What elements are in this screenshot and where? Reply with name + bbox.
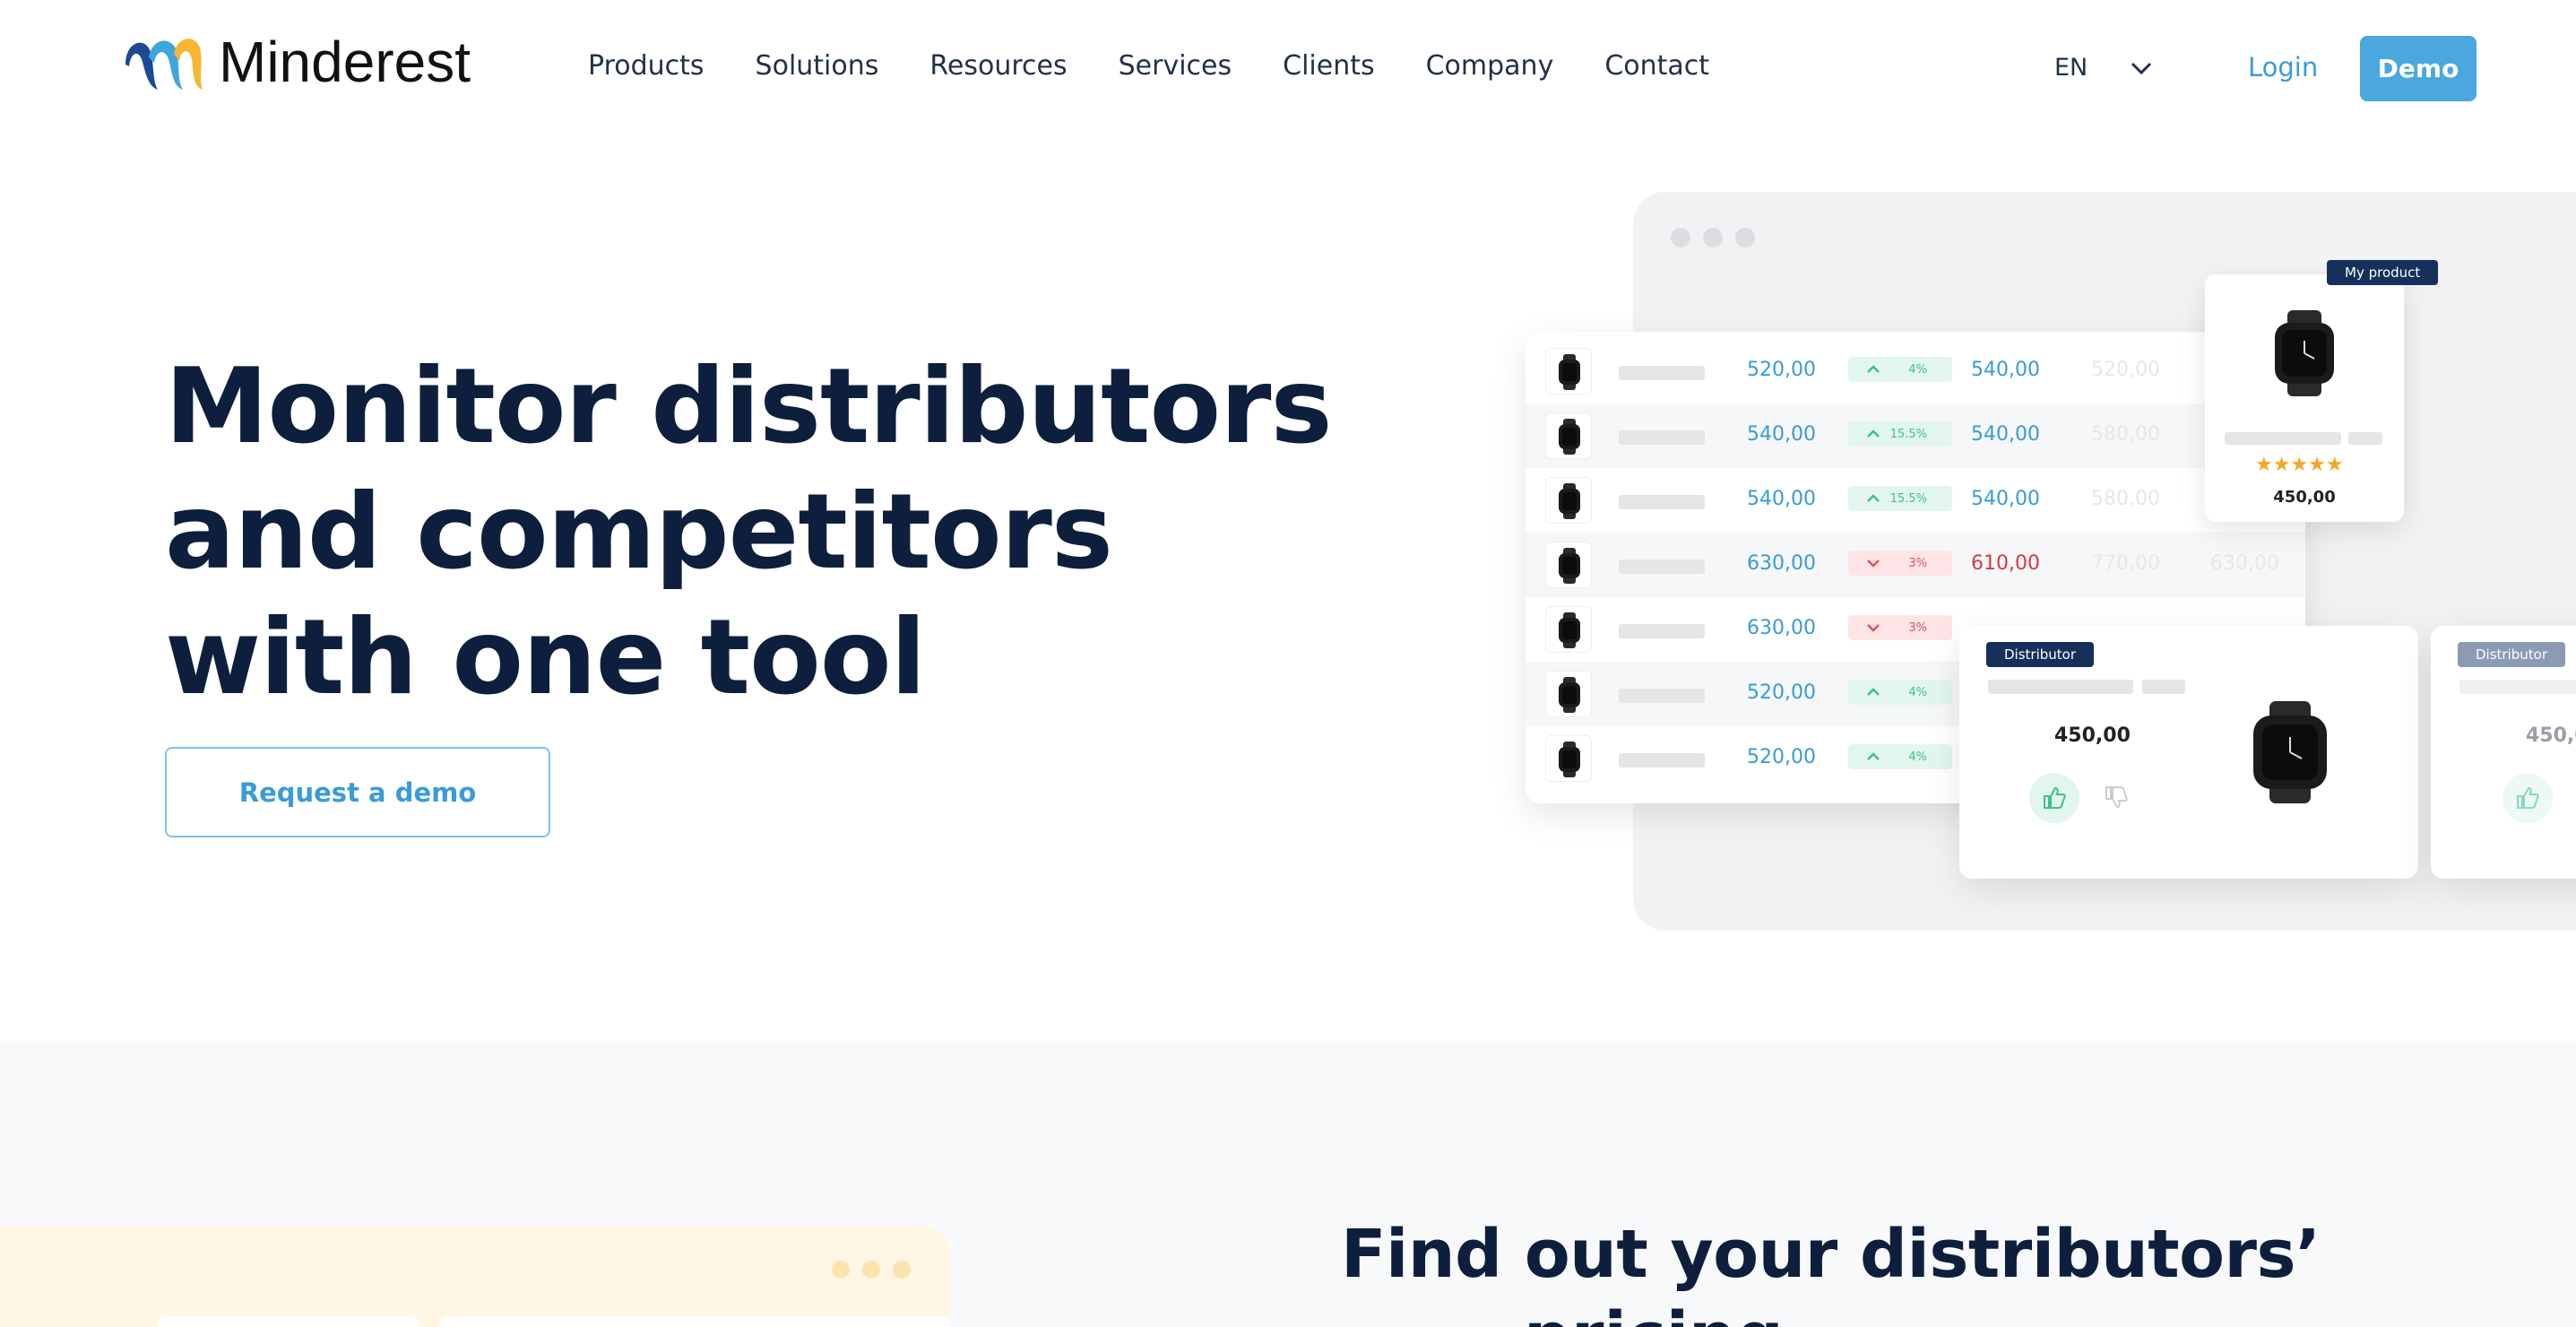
product-thumbnail (1545, 671, 1592, 717)
placeholder-bar (2225, 432, 2341, 445)
placeholder-bar (1619, 624, 1705, 638)
distributor-price: 450,0 (2526, 724, 2576, 747)
table-row: 540,00 15.5% 540,00 580,00 (1526, 468, 2305, 533)
placeholder-bar (1619, 753, 1705, 768)
nav-clients[interactable]: Clients (1283, 50, 1374, 82)
product-thumbnail (1545, 735, 1592, 782)
window-dot (893, 1261, 911, 1279)
hero-title-line: and competitors (165, 472, 1113, 593)
distributor-card: Distributor 450,0 (2431, 626, 2576, 879)
placeholder-bar (1988, 680, 2133, 694)
competitor-price-cell: 520,00 (2091, 359, 2160, 381)
product-thumbnail (1545, 348, 1592, 395)
product-thumbnail (1545, 477, 1592, 524)
price-change-badge: 15.5% (1848, 421, 1952, 447)
my-product-card: My product ★★★★★ 450,00 (2205, 260, 2439, 522)
table-row: 540,00 15.5% 540,00 580,00 (1526, 403, 2305, 468)
price-cell: 520,00 (1747, 359, 1816, 381)
new-price-cell: 540,00 (1971, 359, 2040, 381)
price-change-badge: 3% (1848, 551, 1952, 576)
login-link[interactable]: Login (2248, 52, 2318, 82)
feature-illustration-window (0, 1227, 950, 1327)
hero-title-line: Monitor distributors (165, 346, 1332, 467)
thumbs-up-icon (2517, 786, 2539, 809)
product-thumbnail (1545, 542, 1592, 588)
top-navigation: Minderest Products Solutions Resources S… (0, 0, 2576, 138)
thumbs-down-icon[interactable] (2103, 784, 2130, 811)
distributor-tag: Distributor (2458, 642, 2566, 667)
minderest-logo-icon (125, 39, 203, 90)
table-row: 630,00 3% 610,00 770,00 630,00 (1526, 533, 2305, 597)
thumbs-up-button[interactable] (2503, 773, 2553, 823)
product-thumbnail (1545, 606, 1592, 653)
new-price-cell: 540,00 (1971, 488, 2040, 510)
placeholder-bar (2348, 432, 2382, 445)
nav-resources[interactable]: Resources (929, 50, 1067, 82)
main-menu: Products Solutions Resources Services Cl… (588, 50, 1760, 82)
window-dot (832, 1261, 850, 1279)
price-cell: 630,00 (1747, 617, 1816, 639)
price-change-badge: 4% (1848, 357, 1952, 382)
brand-logo[interactable]: Minderest (122, 29, 471, 95)
thumbs-up-icon (2044, 786, 2066, 809)
brand-name: Minderest (219, 30, 471, 94)
nav-company[interactable]: Company (1426, 50, 1554, 82)
distributor-tag: Distributor (1986, 642, 2095, 667)
smartwatch-icon (2253, 701, 2327, 803)
price-change-badge: 4% (1848, 680, 1952, 705)
request-demo-button[interactable]: Request a demo (165, 747, 550, 837)
inner-panel (158, 1316, 419, 1327)
nav-solutions[interactable]: Solutions (756, 50, 879, 82)
price-cell: 630,00 (1747, 552, 1816, 575)
competitor-price-cell: 630,00 (2210, 552, 2279, 575)
distributor-price: 450,00 (2054, 724, 2131, 747)
nav-services[interactable]: Services (1119, 50, 1232, 82)
window-dot (1703, 228, 1723, 247)
new-price-cell: 540,00 (1971, 423, 2040, 446)
hero-title-line: with one tool (165, 597, 926, 718)
new-price-cell: 610,00 (1971, 552, 2040, 575)
window-dot (862, 1261, 880, 1279)
inner-panel (439, 1316, 950, 1327)
section-title: Find out your distributors’ (1341, 1216, 2321, 1293)
window-dot (1671, 228, 1690, 247)
placeholder-bar (1619, 495, 1705, 509)
placeholder-bar (2142, 680, 2185, 694)
rating-stars: ★★★★★ (2255, 454, 2344, 476)
window-dot (1735, 228, 1755, 247)
section-title-continued: pricing (1524, 1298, 1784, 1327)
my-product-tag: My product (2327, 260, 2439, 285)
chevron-down-icon (2131, 62, 2152, 74)
nav-products[interactable]: Products (588, 50, 705, 82)
nav-contact[interactable]: Contact (1604, 50, 1709, 82)
price-cell: 520,00 (1747, 681, 1816, 704)
price-change-badge: 15.5% (1848, 486, 1952, 511)
table-row: 520,00 4% 540,00 520,00 (1526, 339, 2305, 403)
price-cell: 540,00 (1747, 488, 1816, 510)
thumbs-up-button[interactable] (2029, 773, 2079, 823)
placeholder-bar (1619, 366, 1705, 380)
price-cell: 520,00 (1747, 746, 1816, 768)
product-thumbnail (1545, 412, 1592, 459)
my-product-price: 450,00 (2273, 488, 2336, 507)
price-change-badge: 3% (1848, 615, 1952, 640)
language-label: EN (2054, 54, 2088, 82)
language-selector[interactable]: EN (2054, 54, 2152, 82)
price-cell: 540,00 (1747, 423, 1816, 446)
placeholder-bar (1619, 559, 1705, 574)
hero-title: Monitor distributors and competitors wit… (165, 344, 1402, 721)
smartwatch-icon (2275, 310, 2334, 396)
placeholder-bar (1619, 430, 1705, 445)
price-change-badge: 4% (1848, 744, 1952, 769)
distributor-card: Distributor 450,00 (1959, 626, 2418, 879)
placeholder-bar (1619, 689, 1705, 703)
demo-button[interactable]: Demo (2360, 36, 2477, 101)
competitor-price-cell: 770,00 (2091, 552, 2160, 575)
competitor-price-cell: 580,00 (2091, 488, 2160, 510)
placeholder-bar (2459, 680, 2576, 694)
competitor-price-cell: 580,00 (2091, 423, 2160, 446)
